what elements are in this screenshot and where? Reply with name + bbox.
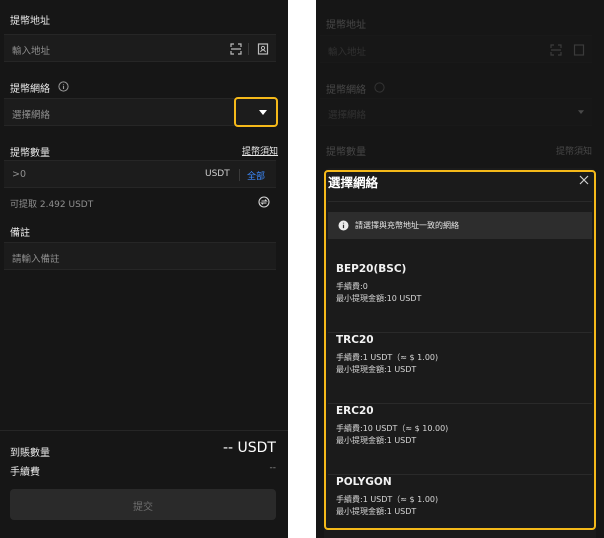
fee-label: 手續費 [10,467,40,478]
address-input-dim: 輸入地址 [320,35,592,63]
network-select-dim: 選擇網絡 [320,98,592,126]
unit-divider [239,169,240,181]
network-placeholder-dim: 選擇網絡 [328,110,367,121]
address-label: 提幣地址 [10,16,50,27]
note-input[interactable]: 請輸入備註 [4,242,276,270]
note-label: 備註 [10,228,30,239]
dropdown-highlight [234,97,278,127]
fee-value: -- [269,463,277,473]
amount-label: 提幣數量 [10,148,50,159]
address-input[interactable]: 輸入地址 [4,34,276,62]
amount-input[interactable]: >0 USDT 全部 [4,160,276,188]
address-placeholder: 輸入地址 [12,46,51,57]
address-book-icon [573,44,585,56]
sheet-highlight [324,170,596,530]
info-icon [374,82,385,93]
note-placeholder: 請輸入備註 [12,254,60,265]
icon-divider [248,43,249,55]
summary-divider [0,430,288,431]
network-label: 提幣網絡 [10,84,50,95]
notice-link-dim: 提幣須知 [556,147,593,157]
address-label-dim: 提幣地址 [326,20,366,31]
scan-icon [550,44,562,56]
withdraw-notice-link[interactable]: 提幣須知 [242,144,278,157]
all-button[interactable]: 全部 [247,169,265,182]
swap-icon[interactable] [258,196,270,208]
amount-label-dim: 提幣數量 [326,147,366,158]
info-icon[interactable] [58,81,69,92]
submit-label: 提交 [133,502,153,513]
scan-icon[interactable] [230,43,242,55]
network-placeholder: 選擇網絡 [12,110,51,121]
dropdown-arrow-icon [578,110,584,114]
amount-unit: USDT [205,169,230,179]
available-balance: 可提取 2.492 USDT [10,200,94,210]
receive-value: -- USDT [222,440,276,456]
address-book-icon[interactable] [257,43,269,55]
network-label-dim: 提幣網絡 [326,85,366,96]
submit-button[interactable]: 提交 [10,489,276,520]
address-placeholder-dim: 輸入地址 [328,47,367,58]
withdraw-form-panel: 提幣地址 輸入地址 提幣網絡 選擇網絡 提幣數量 提幣須知 >0 USDT 全部… [0,0,288,538]
network-picker-panel: 提幣地址 輸入地址 提幣網絡 選擇網絡 提幣數量 提幣須知 選擇網絡 請選擇與充… [316,0,604,538]
receive-label: 到賬數量 [10,448,50,459]
amount-placeholder: >0 [12,169,27,180]
